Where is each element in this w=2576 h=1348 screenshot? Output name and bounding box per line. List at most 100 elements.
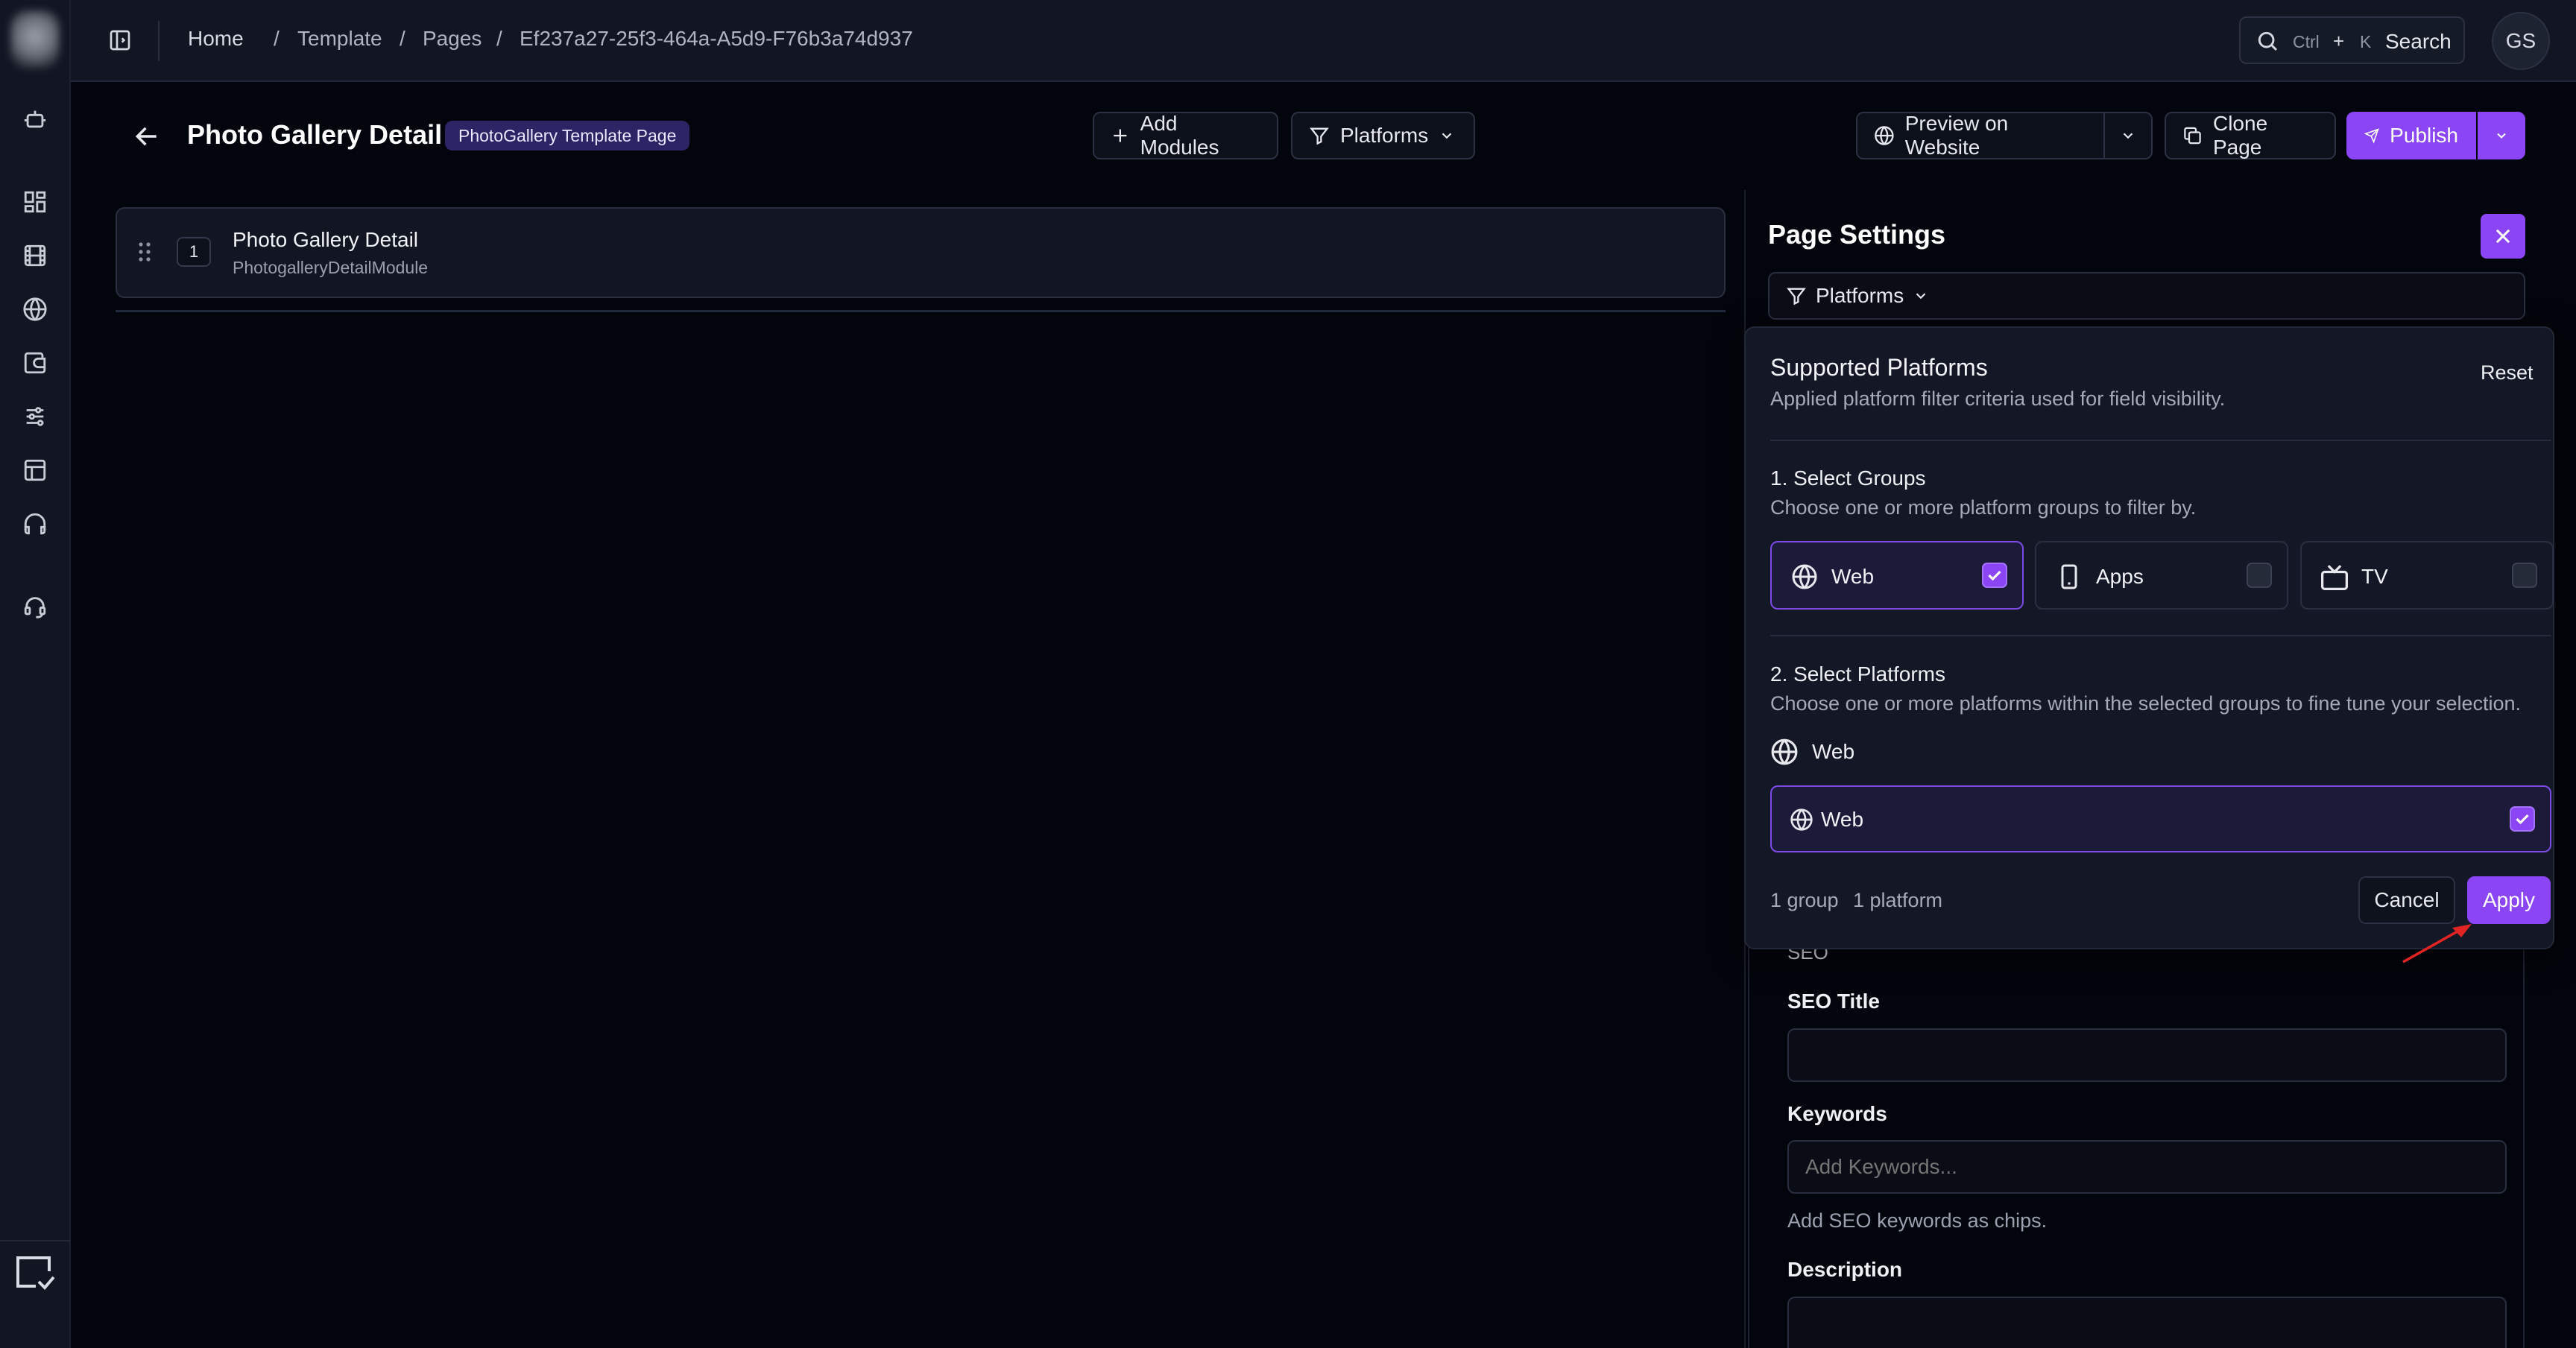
plus-icon: [1114, 129, 1127, 142]
copy-icon: [2184, 127, 2201, 145]
group-label-tv: TV: [2361, 565, 2388, 588]
breadcrumb-template[interactable]: Template: [297, 27, 382, 51]
group-checkbox-tv[interactable]: [2512, 563, 2537, 588]
add-modules-label: Add Modules: [1140, 112, 1219, 159]
app-logo[interactable]: [10, 10, 60, 69]
module-title: Photo Gallery Detail: [233, 228, 419, 251]
module-subtitle: PhotogalleryDetailModule: [233, 258, 429, 277]
settings-platforms-filter[interactable]: Platforms: [1768, 272, 2525, 320]
page-title: Photo Gallery Detail: [187, 119, 443, 150]
keywords-input[interactable]: [1787, 1140, 2507, 1194]
popover-title: Supported Platforms: [1770, 354, 1988, 381]
chevron-down-icon: [2497, 133, 2506, 139]
breadcrumb-home[interactable]: Home: [188, 27, 244, 51]
module-card[interactable]: 1 Photo Gallery Detail PhotogalleryDetai…: [116, 207, 1726, 298]
rail-divider: [0, 1240, 71, 1241]
smartphone-icon: [2056, 563, 2083, 590]
module-drop-indicator: [116, 310, 1726, 312]
select-platforms-title: 2. Select Platforms: [1770, 662, 1945, 686]
chevron-down-icon: [1442, 133, 1452, 139]
supported-platforms-popover: [1744, 326, 2554, 949]
group-card-apps[interactable]: Apps: [2035, 541, 2288, 610]
seo-section-card: [1748, 909, 2525, 1348]
template-badge: PhotoGallery Template Page: [445, 121, 690, 151]
add-modules-button[interactable]: Add Modules: [1093, 112, 1278, 159]
globe-icon: [1791, 563, 1818, 590]
wallet-icon[interactable]: [22, 350, 48, 376]
settings-platforms-label: Platforms: [1816, 284, 1904, 307]
preview-label: Preview on Website: [1904, 112, 2009, 159]
page-settings-title: Page Settings: [1768, 219, 1946, 250]
breadcrumb-pages[interactable]: Pages: [423, 27, 482, 51]
group-card-tv[interactable]: TV: [2300, 541, 2554, 610]
topbar-divider: [158, 21, 160, 61]
preview-dropdown-button[interactable]: [2103, 112, 2153, 159]
platform-option-label: Web: [1821, 808, 1864, 831]
publish-label: Publish: [2390, 124, 2458, 147]
user-avatar[interactable]: GS: [2492, 12, 2550, 70]
search-button[interactable]: Ctrl + K Search: [2239, 16, 2465, 64]
breadcrumb-page-id: Ef237a27-25f3-464a-A5d9-F76b3a74d937: [520, 27, 913, 50]
keywords-help-text: Add SEO keywords as chips.: [1787, 1209, 2048, 1232]
robot-icon[interactable]: [22, 107, 48, 132]
close-icon: [2496, 229, 2510, 244]
close-settings-button[interactable]: [2481, 214, 2525, 259]
group-card-web[interactable]: Web: [1770, 541, 2024, 610]
select-groups-subtitle: Choose one or more platform groups to fi…: [1770, 496, 2197, 519]
breadcrumb-separator: /: [274, 27, 280, 50]
group-checkbox-web[interactable]: [1982, 563, 2007, 588]
publish-button[interactable]: Publish: [2346, 112, 2476, 159]
send-icon: [2364, 128, 2379, 144]
module-index: 1: [177, 237, 211, 267]
clone-label: Clone Page: [2212, 112, 2268, 159]
top-bar: Home / Template / Pages / Ef237a27-25f3-…: [71, 0, 2576, 82]
headphones-icon[interactable]: [22, 511, 48, 537]
search-label: Search: [2385, 30, 2452, 53]
search-shortcut-k: K: [2360, 32, 2372, 51]
popover-divider: [1770, 635, 2551, 636]
search-shortcut-ctrl: Ctrl: [2293, 32, 2320, 51]
dashboard-icon[interactable]: [22, 189, 48, 215]
globe-icon: [1790, 808, 1813, 832]
platforms-filter-button[interactable]: Platforms: [1291, 112, 1475, 159]
group-label-apps: Apps: [2096, 565, 2144, 588]
search-shortcut-plus: +: [2333, 30, 2345, 52]
apply-button[interactable]: Apply: [2467, 876, 2551, 924]
select-platforms-subtitle: Choose one or more platforms within the …: [1770, 692, 2522, 715]
keywords-label: Keywords: [1787, 1102, 1887, 1125]
reset-button[interactable]: Reset: [2481, 361, 2534, 385]
publish-dropdown-button[interactable]: [2478, 112, 2525, 159]
cancel-button[interactable]: Cancel: [2358, 876, 2455, 924]
chevron-down-icon: [2123, 133, 2133, 139]
selection-summary-groups: 1 group: [1770, 889, 1839, 911]
filter-icon: [1787, 288, 1806, 306]
popover-subtitle: Applied platform filter criteria used fo…: [1770, 387, 2226, 410]
film-icon[interactable]: [22, 243, 48, 268]
breadcrumb-separator: /: [400, 27, 405, 50]
globe-icon: [1875, 126, 1894, 145]
preview-on-website-button[interactable]: Preview on Website: [1856, 112, 2105, 159]
monitor-check-icon[interactable]: [13, 1253, 57, 1294]
layout-icon[interactable]: [22, 458, 48, 483]
clone-page-button[interactable]: Clone Page: [2165, 112, 2336, 159]
description-input[interactable]: [1787, 1297, 2507, 1348]
platform-group-label: Web: [1812, 740, 1855, 763]
back-arrow-icon[interactable]: [133, 122, 161, 151]
sidebar-toggle-icon[interactable]: [108, 28, 132, 52]
selection-summary-platforms: 1 platform: [1853, 889, 1943, 911]
platform-checkbox-web[interactable]: [2510, 806, 2535, 832]
description-label: Description: [1787, 1258, 1903, 1281]
globe-icon[interactable]: [22, 297, 48, 322]
chevron-down-icon: [1916, 293, 1926, 300]
group-label-web: Web: [1831, 565, 1875, 588]
sliders-icon[interactable]: [22, 404, 48, 429]
headset-icon[interactable]: [22, 594, 48, 619]
popover-divider: [1770, 440, 2551, 441]
search-icon: [2255, 29, 2279, 53]
select-groups-title: 1. Select Groups: [1770, 466, 1926, 490]
drag-handle-icon[interactable]: [138, 241, 151, 262]
group-checkbox-apps[interactable]: [2247, 563, 2272, 588]
seo-title-input[interactable]: [1787, 1028, 2507, 1082]
globe-icon: [1770, 738, 1799, 766]
platform-option-web[interactable]: Web: [1770, 785, 2551, 852]
